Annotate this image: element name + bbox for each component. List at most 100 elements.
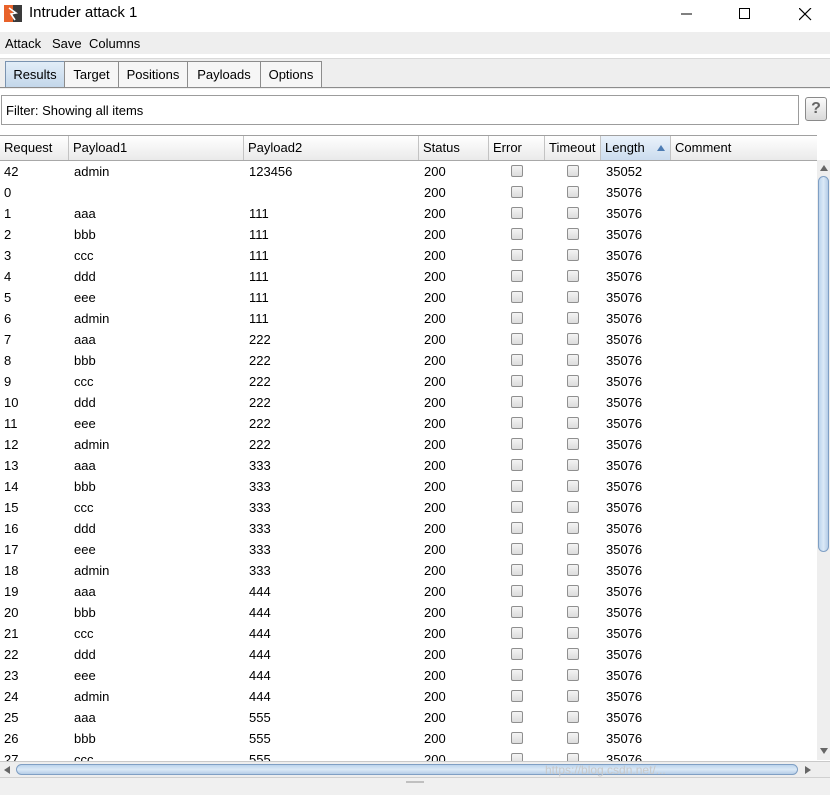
- error-checkbox: [511, 690, 523, 702]
- table-row[interactable]: 17 eee 333 200 35076: [0, 539, 817, 560]
- table-row[interactable]: 7 aaa 222 200 35076: [0, 329, 817, 350]
- cell-payload2: 222: [249, 395, 271, 410]
- table-row[interactable]: 20 bbb 444 200 35076: [0, 602, 817, 623]
- cell-payload2: 222: [249, 416, 271, 431]
- table-row[interactable]: 26 bbb 555 200 35076: [0, 728, 817, 749]
- cell-status: 200: [424, 185, 446, 200]
- timeout-checkbox: [567, 480, 579, 492]
- column-header-payload2[interactable]: Payload2: [244, 136, 419, 160]
- table-row[interactable]: 13 aaa 333 200 35076: [0, 455, 817, 476]
- maximize-button[interactable]: [722, 0, 768, 28]
- error-checkbox: [511, 375, 523, 387]
- scroll-right-icon[interactable]: [805, 766, 811, 774]
- table-row[interactable]: 21 ccc 444 200 35076: [0, 623, 817, 644]
- table-row[interactable]: 15 ccc 333 200 35076: [0, 497, 817, 518]
- menu-attack[interactable]: Attack: [5, 36, 41, 51]
- cell-length: 35076: [606, 332, 643, 347]
- cell-payload1: ddd: [74, 647, 96, 662]
- menu-save[interactable]: Save: [52, 36, 82, 51]
- table-row[interactable]: 1 aaa 111 200 35076: [0, 203, 817, 224]
- table-row[interactable]: 4 ddd 111 200 35076: [0, 266, 817, 287]
- timeout-checkbox: [567, 669, 579, 681]
- horizontal-scrollbar[interactable]: [0, 761, 830, 777]
- cell-length: 35076: [606, 248, 643, 263]
- cell-status: 200: [424, 227, 446, 242]
- column-header-status[interactable]: Status: [419, 136, 489, 160]
- timeout-checkbox: [567, 438, 579, 450]
- column-header-payload1[interactable]: Payload1: [69, 136, 244, 160]
- column-header-error[interactable]: Error: [489, 136, 545, 160]
- menu-columns[interactable]: Columns: [89, 36, 140, 51]
- timeout-checkbox: [567, 648, 579, 660]
- table-row[interactable]: 22 ddd 444 200 35076: [0, 644, 817, 665]
- cell-payload1: aaa: [74, 332, 96, 347]
- vertical-scrollbar[interactable]: [817, 160, 830, 760]
- table-row[interactable]: 3 ccc 111 200 35076: [0, 245, 817, 266]
- column-header-comment[interactable]: Comment: [671, 136, 817, 160]
- cell-request: 16: [4, 521, 19, 536]
- cell-request: 12: [4, 437, 19, 452]
- tab-options[interactable]: Options: [260, 61, 322, 87]
- cell-request: 25: [4, 710, 19, 725]
- column-header-length-label: Length: [605, 140, 645, 155]
- error-checkbox: [511, 543, 523, 555]
- cell-status: 200: [424, 542, 446, 557]
- horizontal-scroll-thumb[interactable]: [16, 764, 798, 775]
- table-row[interactable]: 8 bbb 222 200 35076: [0, 350, 817, 371]
- tab-results[interactable]: Results: [5, 61, 65, 87]
- tab-target[interactable]: Target: [64, 61, 119, 87]
- table-row[interactable]: 18 admin 333 200 35076: [0, 560, 817, 581]
- tab-positions[interactable]: Positions: [118, 61, 188, 87]
- error-checkbox: [511, 522, 523, 534]
- timeout-checkbox: [567, 249, 579, 261]
- table-row[interactable]: 23 eee 444 200 35076: [0, 665, 817, 686]
- scroll-left-icon[interactable]: [4, 766, 10, 774]
- error-checkbox: [511, 438, 523, 450]
- cell-request: 5: [4, 290, 12, 305]
- scroll-up-icon[interactable]: [820, 165, 828, 171]
- table-row[interactable]: 16 ddd 333 200 35076: [0, 518, 817, 539]
- table-row[interactable]: 9 ccc 222 200 35076: [0, 371, 817, 392]
- column-header-timeout[interactable]: Timeout: [545, 136, 601, 160]
- table-row[interactable]: 42 admin 123456 200 35052: [0, 161, 817, 182]
- column-header-length[interactable]: Length: [601, 136, 671, 160]
- error-checkbox: [511, 417, 523, 429]
- cell-payload1: bbb: [74, 479, 96, 494]
- column-header-request[interactable]: Request: [0, 136, 69, 160]
- tab-payloads[interactable]: Payloads: [187, 61, 261, 87]
- cell-length: 35076: [606, 311, 643, 326]
- vertical-scroll-thumb[interactable]: [818, 176, 829, 552]
- cell-payload2: 111: [249, 290, 269, 305]
- table-row[interactable]: 2 bbb 111 200 35076: [0, 224, 817, 245]
- table-row[interactable]: 10 ddd 222 200 35076: [0, 392, 817, 413]
- table-row[interactable]: 0 200 35076: [0, 182, 817, 203]
- close-button[interactable]: [782, 0, 828, 28]
- table-row[interactable]: 19 aaa 444 200 35076: [0, 581, 817, 602]
- cell-payload2: 111: [249, 269, 269, 284]
- cell-request: 19: [4, 584, 19, 599]
- cell-payload1: bbb: [74, 353, 96, 368]
- cell-payload2: 555: [249, 710, 271, 725]
- table-header: Request Payload1 Payload2 Status Error T…: [0, 136, 817, 161]
- resize-grip-icon[interactable]: [406, 781, 424, 783]
- error-checkbox: [511, 564, 523, 576]
- cell-payload2: 333: [249, 521, 271, 536]
- cell-status: 200: [424, 521, 446, 536]
- scroll-down-icon[interactable]: [820, 748, 828, 754]
- table-row[interactable]: 11 eee 222 200 35076: [0, 413, 817, 434]
- window-title: Intruder attack 1: [29, 4, 138, 21]
- table-row[interactable]: 24 admin 444 200 35076: [0, 686, 817, 707]
- table-row[interactable]: 6 admin 111 200 35076: [0, 308, 817, 329]
- cell-length: 35076: [606, 227, 643, 242]
- help-button[interactable]: ?: [805, 97, 827, 121]
- table-row[interactable]: 12 admin 222 200 35076: [0, 434, 817, 455]
- cell-request: 24: [4, 689, 19, 704]
- cell-payload2: 111: [249, 311, 269, 326]
- filter-bar[interactable]: Filter: Showing all items: [1, 95, 799, 125]
- table-row[interactable]: 14 bbb 333 200 35076: [0, 476, 817, 497]
- error-checkbox: [511, 585, 523, 597]
- minimize-button[interactable]: [664, 0, 710, 28]
- table-row[interactable]: 5 eee 111 200 35076: [0, 287, 817, 308]
- cell-status: 200: [424, 164, 446, 179]
- table-row[interactable]: 25 aaa 555 200 35076: [0, 707, 817, 728]
